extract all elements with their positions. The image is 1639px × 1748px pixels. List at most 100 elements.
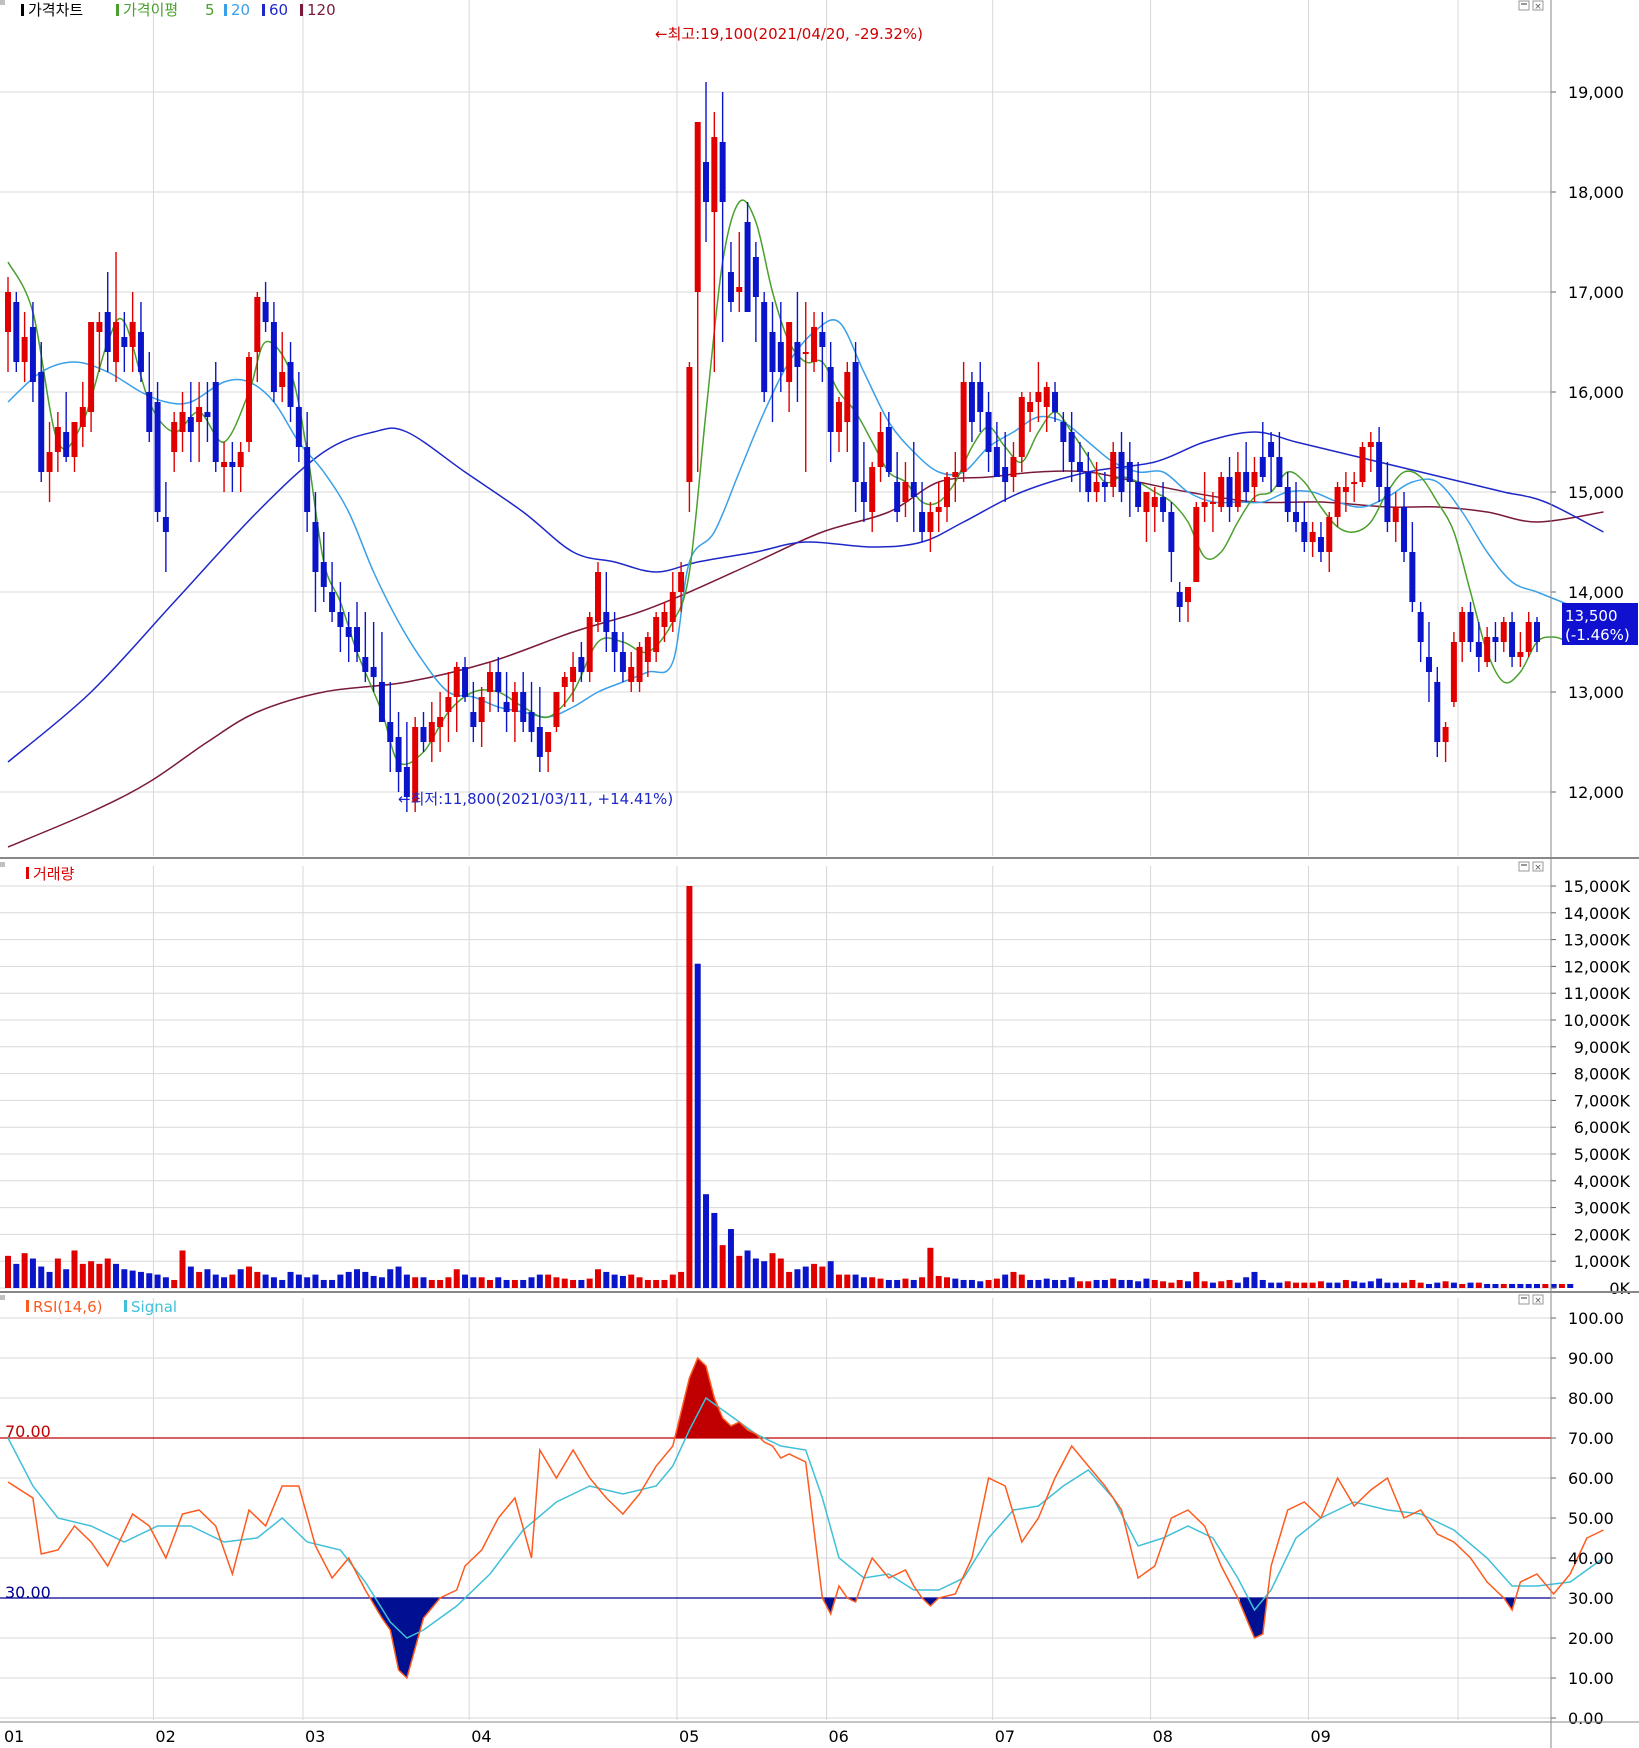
volume-bar [952,1278,959,1288]
volume-bar [968,1279,975,1288]
volume-tick-label: 15,000K [1564,877,1631,896]
volume-bar [1184,1281,1191,1288]
volume-bar [162,1277,169,1288]
volume-bar [561,1278,568,1288]
volume-bar [611,1274,618,1288]
volume-bar [661,1279,668,1288]
volume-bar [1525,1283,1532,1288]
svg-text:×: × [1534,1296,1542,1306]
volume-bar [894,1279,901,1288]
signal-legend-title: Signal [131,1298,177,1316]
volume-bar [1442,1281,1449,1288]
volume-bar [1450,1282,1457,1288]
volume-bar [1035,1279,1042,1288]
price-tick-label: 19,000 [1568,83,1624,102]
volume-bar [885,1279,892,1288]
volume-bar [1359,1282,1366,1288]
volume-bar [1176,1279,1183,1288]
volume-bar [38,1266,45,1288]
volume-bar [71,1250,78,1288]
volume-bar [1342,1279,1349,1288]
volume-bar [1567,1283,1574,1288]
volume-tick-label: 10,000K [1564,1011,1631,1030]
volume-tick-label: 9,000K [1574,1038,1631,1057]
volume-bar [129,1270,136,1288]
rsi-tick-label: 80.00 [1568,1389,1614,1408]
volume-bar [503,1279,510,1288]
x-month-label: 02 [155,1727,175,1746]
volume-bar [1151,1279,1158,1288]
volume-bar [944,1277,950,1288]
volume-bar [919,1277,926,1288]
volume-bar [137,1271,144,1288]
volume-bar [237,1269,244,1288]
volume-bar [752,1258,759,1288]
volume-bar [1135,1281,1142,1288]
volume-bar [520,1279,527,1288]
rsi-level-70-label: 70.00 [5,1422,51,1441]
volume-bar [428,1279,435,1288]
volume-bar [985,1279,992,1288]
volume-bar [96,1263,103,1288]
svg-text:×: × [1534,863,1542,873]
volume-bar [536,1274,543,1288]
volume-bar [1268,1282,1275,1288]
volume-bar [63,1269,70,1288]
price-tick-label: 14,000 [1568,583,1624,602]
volume-bar [1243,1277,1250,1288]
volume-bar [686,886,693,1288]
volume-bar [462,1274,469,1288]
volume-bar [412,1277,419,1288]
price-tick-label: 12,000 [1568,783,1624,802]
volume-bar [1392,1282,1399,1288]
volume-bar [187,1266,194,1288]
volume-bar [1309,1282,1316,1288]
volume-bar [1027,1279,1034,1288]
volume-bar [312,1274,319,1288]
volume-bar [603,1271,610,1288]
volume-bar [1276,1282,1283,1288]
volume-bar [935,1275,942,1288]
volume-bar [1376,1278,1383,1288]
volume-bar [54,1258,61,1288]
volume-bar [403,1274,410,1288]
volume-bar [1550,1283,1557,1288]
volume-tick-label: 7,000K [1574,1091,1631,1110]
volume-bar [1126,1279,1133,1288]
volume-bar [304,1277,311,1288]
x-month-label: 06 [829,1727,849,1746]
candle [1218,472,1225,512]
volume-bar [553,1277,560,1288]
volume-bar [628,1274,635,1288]
candle [245,352,252,452]
price-tick-label: 15,000 [1568,483,1624,502]
volume-bar [1509,1283,1516,1288]
volume-tick-label: 11,000K [1564,984,1631,1003]
volume-bar [1326,1282,1333,1288]
volume-tick-label: 5,000K [1574,1145,1631,1164]
volume-bar [1293,1282,1300,1288]
volume-bar [993,1278,1000,1288]
volume-bar [354,1269,361,1288]
volume-bar [1417,1282,1424,1288]
candle [586,612,593,682]
high-price-annotation: ←최고:19,100(2021/04/20, -29.32%) [655,25,923,43]
volume-bar [653,1279,660,1288]
volume-bar [1425,1283,1432,1288]
volume-bar [827,1261,834,1288]
price-legend-ma-title: 가격이평 [123,1,178,19]
volume-bar [113,1263,120,1288]
x-month-label: 05 [679,1727,699,1746]
volume-bar [736,1255,743,1288]
volume-bar [245,1266,252,1288]
svg-text:×: × [1534,2,1542,12]
volume-bar [1201,1281,1208,1288]
volume-bar [229,1274,236,1288]
price-tick-label: 17,000 [1568,283,1624,302]
volume-bar [1226,1279,1233,1288]
volume-bar [511,1279,518,1288]
volume-bar [1434,1282,1441,1288]
volume-bar [21,1253,28,1288]
volume-tick-label: 3,000K [1574,1199,1631,1218]
volume-bar [811,1263,818,1288]
